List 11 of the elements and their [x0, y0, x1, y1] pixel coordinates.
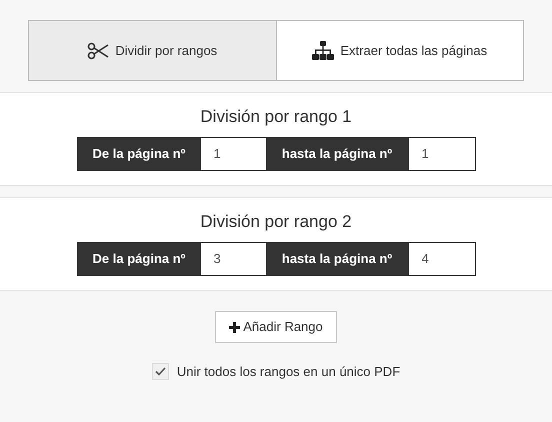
range-title: División por rango 1 [200, 106, 352, 128]
sitemap-icon [312, 40, 334, 60]
tab[interactable]: Dividir por rangos [29, 21, 276, 80]
scissors-icon [87, 42, 110, 60]
plus-icon [229, 322, 240, 332]
tab[interactable]: Extraer todas las páginas [276, 21, 523, 80]
add-range-button[interactable]: Añadir Rango [215, 311, 337, 343]
range-title: División por rango 2 [200, 211, 352, 233]
checkbox[interactable] [152, 363, 169, 380]
merge-label: Unir todos los rangos en un único PDF [176, 363, 400, 381]
check-icon [154, 367, 166, 376]
